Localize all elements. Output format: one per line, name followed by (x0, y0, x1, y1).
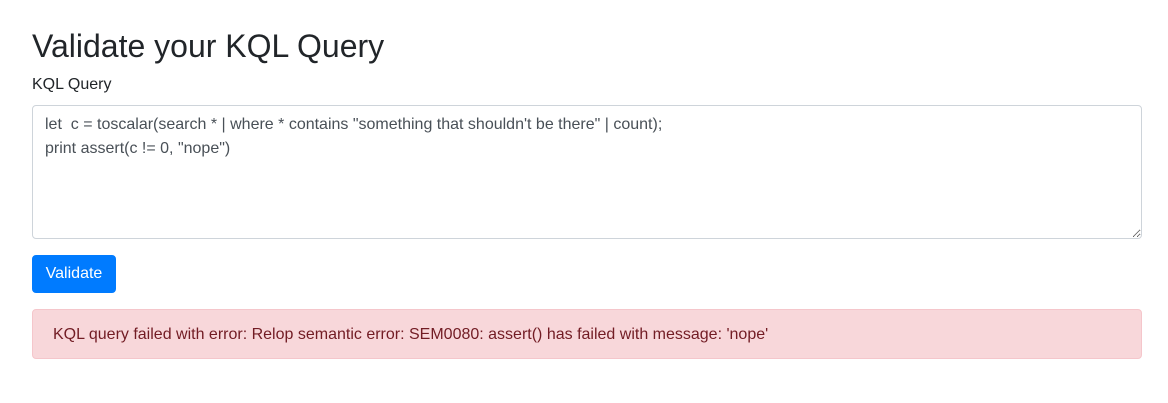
page-title: Validate your KQL Query (32, 28, 385, 64)
error-alert: KQL query failed with error: Relop seman… (32, 309, 1142, 359)
validator-page: Validate your KQL Query KQL Query Valida… (0, 0, 1168, 403)
query-label: KQL Query (32, 76, 112, 93)
kql-query-textarea[interactable] (32, 105, 1142, 239)
validate-button[interactable]: Validate (32, 255, 116, 293)
